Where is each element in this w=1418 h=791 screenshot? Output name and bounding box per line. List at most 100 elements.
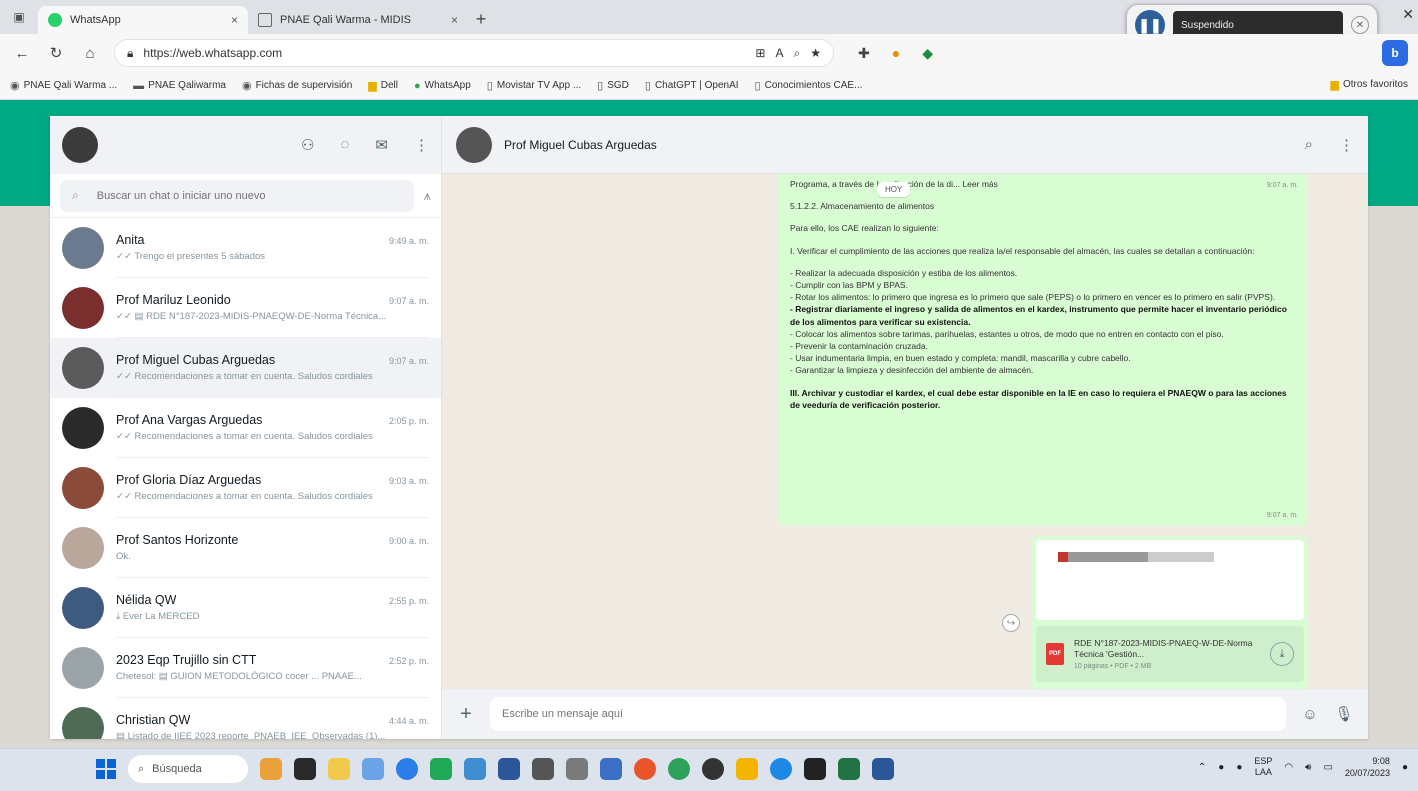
- wifi-icon[interactable]: ◠: [1284, 762, 1293, 773]
- contact-avatar[interactable]: [456, 126, 492, 163]
- chat-list-item[interactable]: Prof Santos Horizonte 9:00 a. m. Ok.: [50, 518, 441, 578]
- language-indicator[interactable]: ESP LAA: [1254, 756, 1272, 778]
- chat-avatar: [62, 407, 104, 449]
- bookmark-item[interactable]: ● WhatsApp: [414, 80, 471, 92]
- file-explorer-icon[interactable]: [328, 758, 350, 780]
- bookmark-icon: ▯: [754, 80, 761, 92]
- emoji-icon[interactable]: ☺: [1300, 706, 1320, 723]
- chat-list-item[interactable]: Nélida QW 2:55 p. m. ⤓ Ever La MERCED: [50, 578, 441, 638]
- workspaces-icon[interactable]: ▣: [6, 4, 32, 30]
- extension-icon[interactable]: ●: [892, 45, 900, 62]
- clock[interactable]: 9:08 20/07/2023: [1345, 755, 1390, 779]
- chat-list-item[interactable]: Prof Ana Vargas Arguedas 2:05 p. m. ✓✓ Rec…: [50, 398, 441, 458]
- message-bubble[interactable]: Programa, a través de la aplicación de l…: [778, 174, 1308, 526]
- windows-start-icon[interactable]: [96, 759, 116, 779]
- document-message[interactable]: PDF RDE N°187-2023-MIDIS-PNAEQ-W-DE-Norm…: [1032, 536, 1308, 689]
- extension-icon[interactable]: ✚: [858, 45, 870, 62]
- taskbar-app-icon[interactable]: [260, 758, 282, 780]
- close-icon[interactable]: ✕: [1351, 16, 1369, 34]
- chat-list-item[interactable]: Prof Mariluz Leonido 9:07 a. m. ✓✓ ▤ RDE N…: [50, 278, 441, 338]
- forward-icon[interactable]: ↪: [1002, 614, 1020, 632]
- volume-icon[interactable]: 🔊︎: [1305, 762, 1311, 773]
- chat-preview: ✓✓ Recomendaciones a tomar en cuenta. Sa…: [116, 491, 373, 502]
- chat-list-item[interactable]: Prof Gloria Díaz Arguedas 9:03 a. m. ✓✓ Re…: [50, 458, 441, 518]
- new-tab-button[interactable]: +: [468, 6, 494, 32]
- tab-close-icon[interactable]: ×: [451, 13, 458, 27]
- tray-icon[interactable]: ●: [1236, 762, 1242, 773]
- document-card[interactable]: PDF RDE N°187-2023-MIDIS-PNAEQ-W-DE-Norm…: [1036, 626, 1304, 682]
- bookmark-item[interactable]: ◉ PNAE Qali Warma ...: [10, 79, 117, 92]
- bookmark-item[interactable]: ◉ Fichas de supervisión: [242, 79, 352, 92]
- bing-copilot-icon[interactable]: b: [1382, 40, 1408, 66]
- word-icon[interactable]: [498, 758, 520, 780]
- bookmark-item[interactable]: ▯ SGD: [597, 79, 629, 92]
- status-icon[interactable]: ◌: [341, 136, 350, 154]
- zoom-icon[interactable]: ⌕: [794, 46, 801, 61]
- folder-icon: ▆: [1330, 79, 1339, 91]
- taskbar-app-icon[interactable]: [532, 758, 554, 780]
- taskbar-app-icon[interactable]: [566, 758, 588, 780]
- taskbar-app-icon[interactable]: [770, 758, 792, 780]
- menu-icon[interactable]: ⋮: [414, 136, 429, 154]
- conversation-header[interactable]: Prof Miguel Cubas Arguedas ⌕ ⋮: [442, 116, 1368, 174]
- home-icon[interactable]: ⌂: [80, 45, 100, 62]
- bookmark-label: SGD: [607, 80, 629, 91]
- word-icon[interactable]: [872, 758, 894, 780]
- taskbar-app-icon[interactable]: [600, 758, 622, 780]
- other-favorites[interactable]: ▆ Otros favoritos: [1331, 78, 1409, 91]
- notifications-icon[interactable]: ●: [1402, 762, 1408, 773]
- bookmark-item[interactable]: ▆ Dell: [368, 79, 398, 92]
- taskbar-app-icon[interactable]: [804, 758, 826, 780]
- contact-name[interactable]: Prof Miguel Cubas Arguedas: [504, 138, 657, 152]
- url-text: https://web.whatsapp.com: [143, 46, 283, 60]
- tab-close-icon[interactable]: ×: [231, 13, 238, 27]
- message-input[interactable]: [490, 697, 1286, 731]
- new-chat-icon[interactable]: ✉: [375, 136, 388, 154]
- chat-list-item[interactable]: Christian QW 4:44 a. m. ▤ Listado de IIEE …: [50, 698, 441, 739]
- search-row: ⌕ ⩚: [50, 174, 441, 218]
- communities-icon[interactable]: ⚇: [301, 136, 314, 154]
- document-preview[interactable]: [1036, 540, 1304, 620]
- back-icon[interactable]: ←: [12, 45, 32, 62]
- excel-icon[interactable]: [838, 758, 860, 780]
- bookmark-item[interactable]: ▯ ChatGPT | OpenAI: [645, 79, 739, 92]
- reload-icon[interactable]: ↻: [46, 44, 66, 62]
- taskbar-app-icon[interactable]: [464, 758, 486, 780]
- tab-pnaeq[interactable]: PNAE Qali Warma - MIDIS ×: [248, 6, 468, 34]
- battery-icon[interactable]: ▭: [1323, 762, 1332, 773]
- attach-icon[interactable]: +: [456, 703, 476, 726]
- address-bar[interactable]: 🔒︎ https://web.whatsapp.com ⊞ A ⌕ ★: [114, 39, 834, 67]
- taskbar-app-icon[interactable]: [634, 758, 656, 780]
- menu-icon[interactable]: ⋮: [1339, 136, 1354, 154]
- filter-icon[interactable]: ⩚: [424, 188, 431, 204]
- chat-avatar: [62, 467, 104, 509]
- bookmark-item[interactable]: ▬ PNAE Qaliwarma: [133, 80, 226, 92]
- chrome-icon[interactable]: [668, 758, 690, 780]
- tray-icon[interactable]: ●: [1218, 762, 1224, 773]
- apps-icon[interactable]: ⊞: [755, 46, 765, 60]
- search-icon[interactable]: ⌕: [1305, 136, 1313, 154]
- chat-list-item[interactable]: Prof Miguel Cubas Arguedas 9:07 a. m. ✓✓ R…: [50, 338, 441, 398]
- close-window-icon[interactable]: ✕: [1402, 6, 1414, 23]
- chat-list-item[interactable]: Anita 9:49 a. m. ✓✓ Trengo el presentes 5 …: [50, 218, 441, 278]
- taskbar-app-icon[interactable]: [294, 758, 316, 780]
- extension-icon[interactable]: ◆: [922, 45, 933, 62]
- taskbar-app-icon[interactable]: [736, 758, 758, 780]
- taskbar-app-icon[interactable]: [702, 758, 724, 780]
- whatsapp-icon[interactable]: [430, 758, 452, 780]
- chevron-up-icon[interactable]: ⌃: [1198, 762, 1206, 773]
- tab-whatsapp[interactable]: WhatsApp ×: [38, 6, 248, 34]
- edge-icon[interactable]: [396, 758, 418, 780]
- my-avatar[interactable]: [62, 127, 98, 163]
- microphone-icon[interactable]: 🎙︎: [1334, 705, 1354, 723]
- bookmark-item[interactable]: ▯ Conocimientos CAE...: [755, 79, 863, 92]
- clock-time: 9:08: [1372, 756, 1390, 766]
- bookmark-item[interactable]: ▯ Movistar TV App ...: [487, 79, 581, 92]
- search-input[interactable]: [96, 189, 377, 202]
- taskbar-app-icon[interactable]: [362, 758, 384, 780]
- favorite-star-icon[interactable]: ★: [810, 46, 821, 60]
- download-icon[interactable]: ⤓: [1270, 642, 1294, 666]
- taskbar-search[interactable]: ⌕ Búsqueda: [128, 755, 248, 783]
- chat-list-item[interactable]: 2023 Eqp Trujillo sin CTT 2:52 p. m. Chete…: [50, 638, 441, 698]
- read-aloud-icon[interactable]: A: [775, 46, 783, 60]
